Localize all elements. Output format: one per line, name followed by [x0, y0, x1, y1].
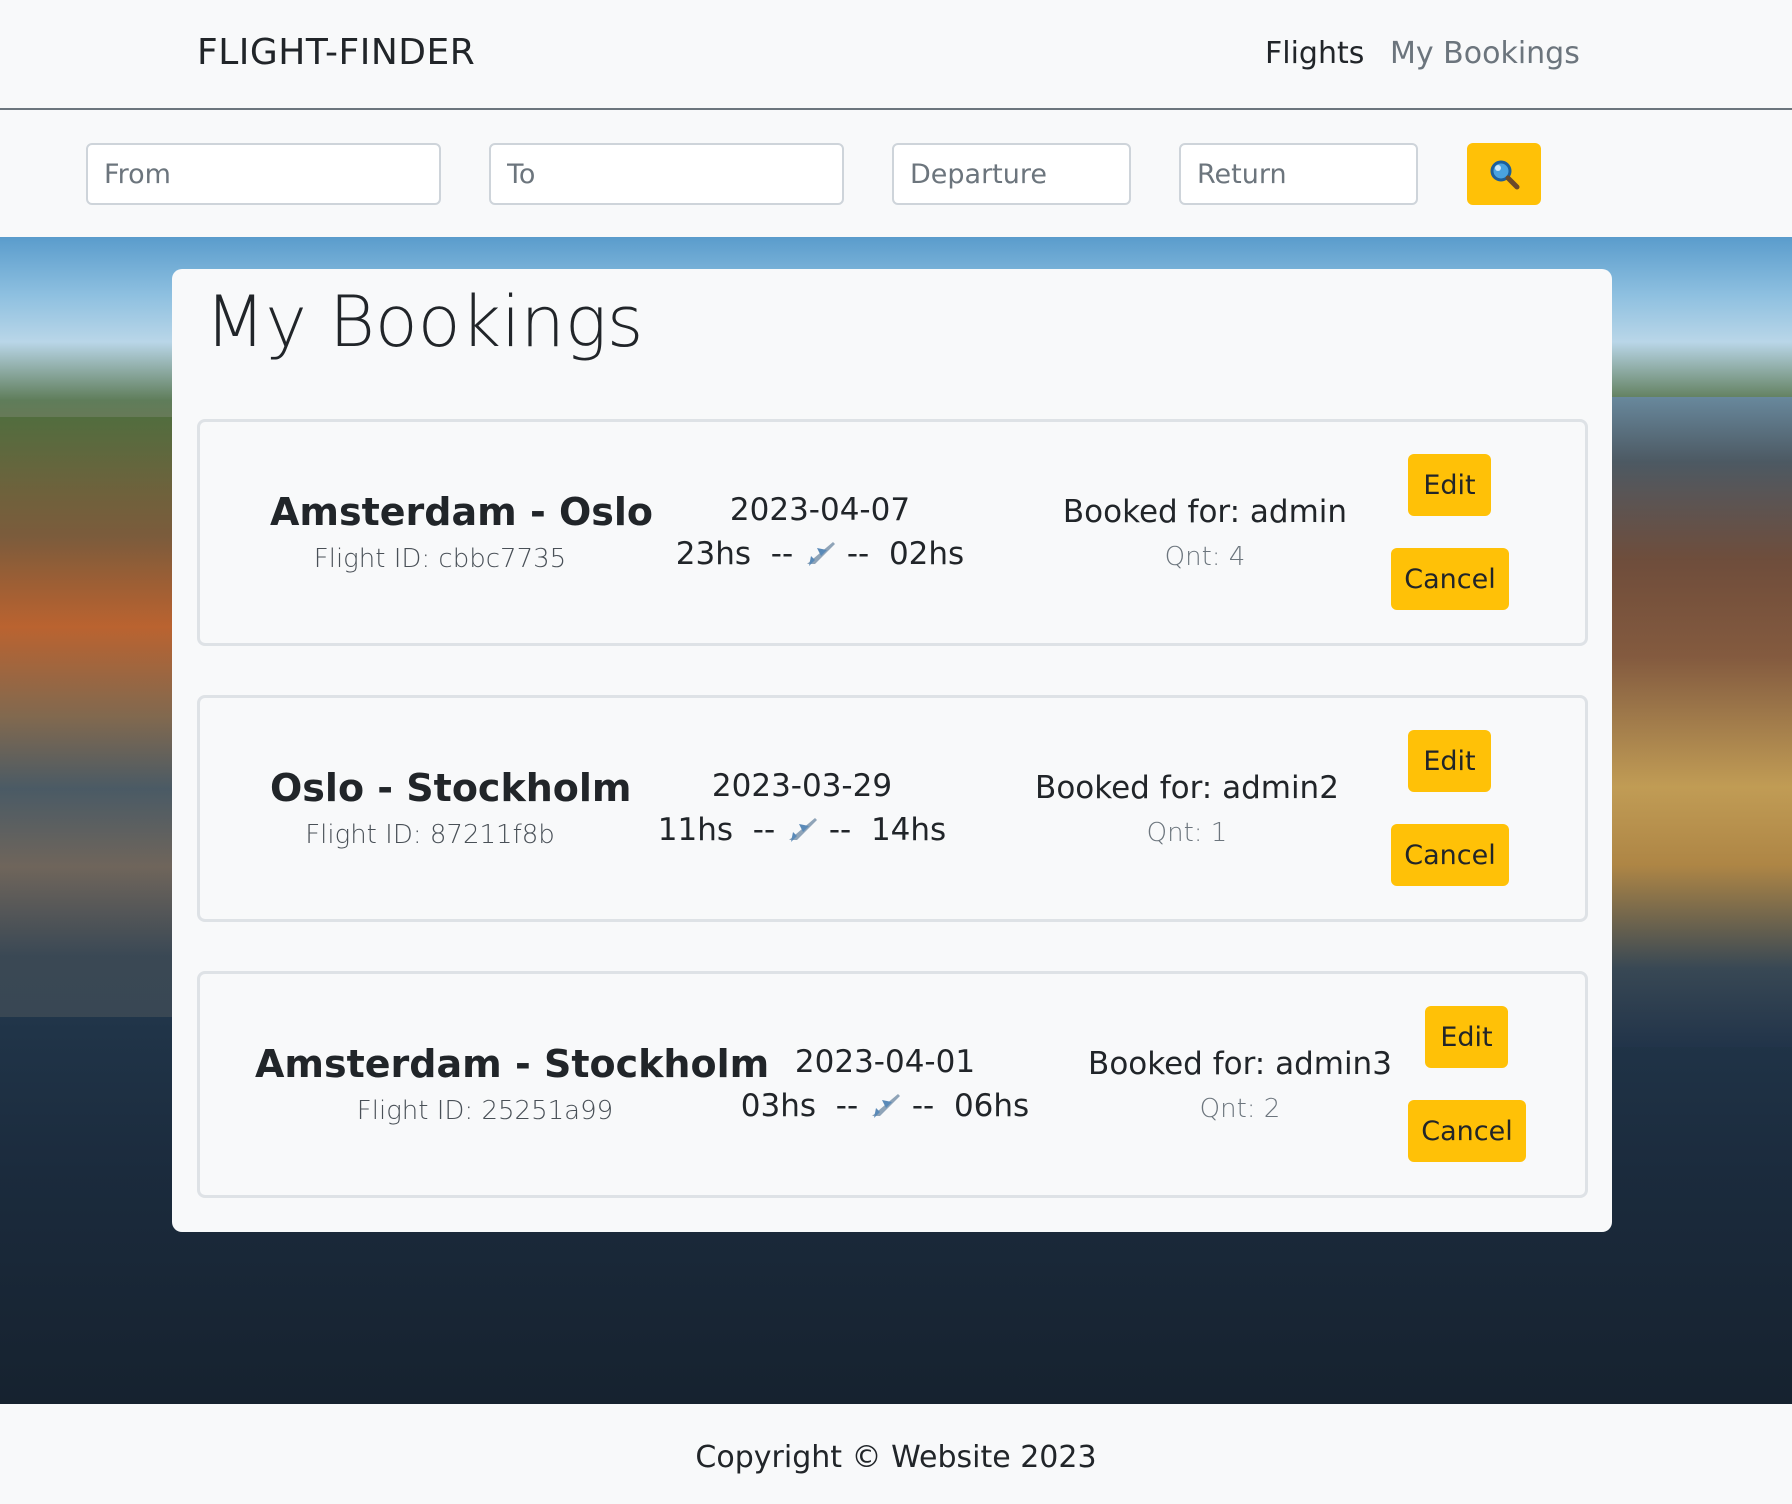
- airplane-icon: [807, 542, 835, 566]
- route-title: Amsterdam - Stockholm: [255, 1042, 770, 1086]
- booking-info-column: Booked for: admin Qnt: 4: [1040, 494, 1370, 572]
- nav-link-my-bookings[interactable]: My Bookings: [1390, 36, 1580, 71]
- airplane-icon: [872, 1094, 900, 1118]
- departure-time: 11hs: [657, 812, 734, 848]
- route-column: Amsterdam - Stockholm Flight ID: 25251a9…: [255, 1042, 770, 1126]
- arrival-time: 14hs: [870, 812, 947, 848]
- booking-card: Oslo - Stockholm Flight ID: 87211f8b 202…: [197, 695, 1588, 922]
- search-icon: [1490, 160, 1520, 190]
- flight-id: Flight ID: cbbc7735: [313, 544, 567, 574]
- schedule-column: 2023-04-07 23hs -- -- 02hs: [670, 492, 970, 572]
- booking-card: Amsterdam - Oslo Flight ID: cbbc7735 202…: [197, 419, 1588, 646]
- route-column: Amsterdam - Oslo Flight ID: cbbc7735: [270, 490, 654, 574]
- route-column: Oslo - Stockholm Flight ID: 87211f8b: [270, 766, 632, 850]
- flight-date: 2023-03-29: [711, 768, 893, 804]
- separator: --: [770, 536, 794, 572]
- booking-info-column: Booked for: admin3 Qnt: 2: [1075, 1046, 1405, 1124]
- booking-info-column: Booked for: admin2 Qnt: 1: [1022, 770, 1352, 848]
- cancel-button[interactable]: Cancel: [1391, 824, 1509, 886]
- page-title: My Bookings: [205, 281, 644, 363]
- hero-right-cityscape: [1612, 397, 1792, 1047]
- brand-logo[interactable]: FLIGHT-FINDER: [197, 32, 475, 73]
- booked-for: Booked for: admin: [1062, 494, 1348, 530]
- cancel-button[interactable]: Cancel: [1408, 1100, 1526, 1162]
- edit-button[interactable]: Edit: [1408, 454, 1491, 516]
- hero-left-cityscape: [0, 417, 175, 1017]
- search-button[interactable]: [1467, 143, 1541, 205]
- separator: --: [911, 1088, 935, 1124]
- separator: --: [752, 812, 776, 848]
- return-input[interactable]: [1179, 143, 1418, 205]
- cancel-button[interactable]: Cancel: [1391, 548, 1509, 610]
- edit-button[interactable]: Edit: [1425, 1006, 1508, 1068]
- flight-date: 2023-04-07: [729, 492, 911, 528]
- flight-date: 2023-04-01: [794, 1044, 976, 1080]
- departure-time: 03hs: [740, 1088, 817, 1124]
- arrival-time: 06hs: [953, 1088, 1030, 1124]
- footer: Copyright © Website 2023: [0, 1404, 1792, 1504]
- arrival-time: 02hs: [888, 536, 965, 572]
- separator: --: [828, 812, 852, 848]
- departure-time: 23hs: [675, 536, 752, 572]
- flight-id: Flight ID: 87211f8b: [305, 820, 555, 850]
- schedule-column: 2023-03-29 11hs -- -- 14hs: [652, 768, 952, 848]
- departure-input[interactable]: [892, 143, 1131, 205]
- navbar: FLIGHT-FINDER Flights My Bookings: [0, 0, 1792, 110]
- route-title: Amsterdam - Oslo: [270, 490, 654, 534]
- flight-times: 11hs -- -- 14hs: [652, 812, 952, 848]
- booked-for: Booked for: admin2: [1035, 770, 1339, 806]
- separator: --: [846, 536, 870, 572]
- from-input[interactable]: [86, 143, 441, 205]
- separator: --: [835, 1088, 859, 1124]
- search-bar: [0, 112, 1792, 237]
- quantity: Qnt: 1: [1146, 818, 1228, 848]
- airplane-icon: [789, 818, 817, 842]
- to-input[interactable]: [489, 143, 844, 205]
- booked-for: Booked for: admin3: [1088, 1046, 1392, 1082]
- flight-times: 23hs -- -- 02hs: [670, 536, 970, 572]
- route-title: Oslo - Stockholm: [270, 766, 632, 810]
- copyright-text: Copyright © Website 2023: [695, 1440, 1097, 1475]
- bookings-panel: My Bookings Amsterdam - Oslo Flight ID: …: [172, 269, 1612, 1232]
- edit-button[interactable]: Edit: [1408, 730, 1491, 792]
- quantity: Qnt: 2: [1199, 1094, 1281, 1124]
- schedule-column: 2023-04-01 03hs -- -- 06hs: [735, 1044, 1035, 1124]
- flight-times: 03hs -- -- 06hs: [735, 1088, 1035, 1124]
- flight-id: Flight ID: 25251a99: [356, 1096, 614, 1126]
- quantity: Qnt: 4: [1164, 542, 1246, 572]
- booking-card: Amsterdam - Stockholm Flight ID: 25251a9…: [197, 971, 1588, 1198]
- nav-link-flights[interactable]: Flights: [1265, 36, 1364, 71]
